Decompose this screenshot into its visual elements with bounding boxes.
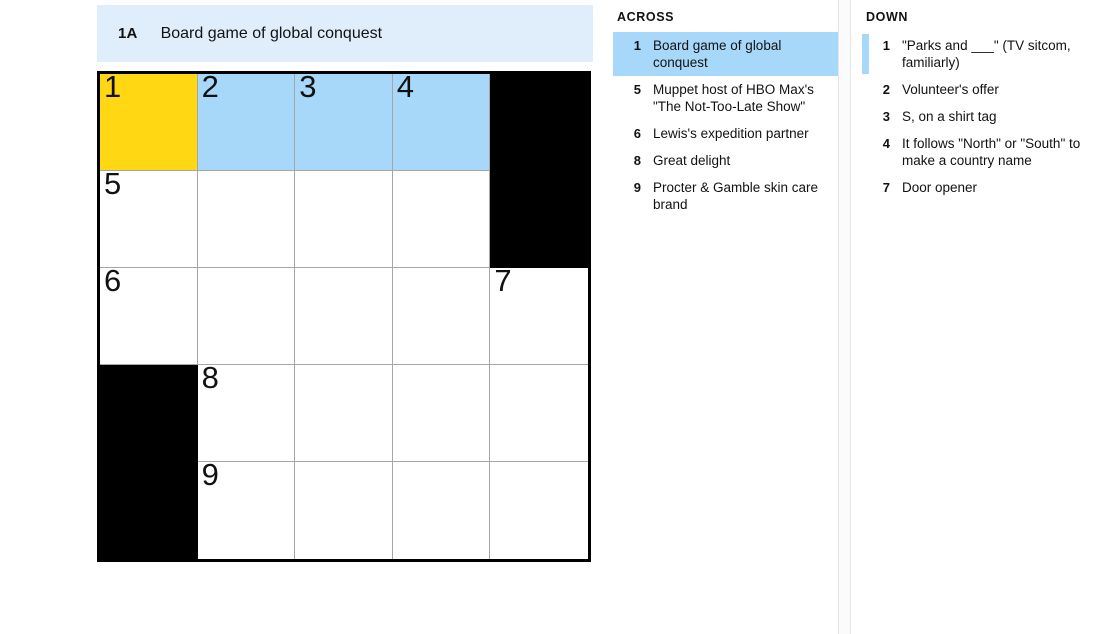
grid-cell[interactable] <box>490 462 588 559</box>
grid-cell[interactable] <box>392 365 491 462</box>
down-clue-number: 2 <box>882 82 890 97</box>
down-clue-panel: DOWN 1 "Parks and ___" (TV sitcom, famili… <box>862 0 1093 634</box>
across-clue-list[interactable]: 1 Board game of global conquest 5 Muppet ho… <box>613 32 839 218</box>
across-clue-text: Procter & Gamble skin care brand <box>653 180 819 212</box>
grid-cell-number: 5 <box>104 171 121 201</box>
down-clue-list[interactable]: 1 "Parks and ___" (TV sitcom, familiarly)… <box>862 32 1093 201</box>
grid-cell-number: 3 <box>299 74 316 104</box>
across-clue-number: 8 <box>633 153 641 168</box>
grid-cell[interactable]: 7 <box>490 268 588 365</box>
down-clue-text: S, on a shirt tag <box>902 109 997 124</box>
panel-divider-right <box>850 0 851 634</box>
across-clue-text: Lewis's expedition partner <box>653 126 809 141</box>
down-clue-item[interactable]: 4 It follows "North" or "South" to make a… <box>862 130 1093 174</box>
grid-cell[interactable]: 2 <box>197 74 296 171</box>
across-clue-item[interactable]: 9 Procter & Gamble skin care brand <box>613 174 839 218</box>
down-clue-item[interactable]: 1 "Parks and ___" (TV sitcom, familiarly) <box>862 32 1093 76</box>
across-clue-text: Board game of global conquest <box>653 38 782 70</box>
down-clue-number: 7 <box>882 180 890 195</box>
current-clue-number: 1A <box>118 25 138 42</box>
grid-cell[interactable]: 1 <box>100 74 198 171</box>
puzzle-pane: 1A Board game of global conquest 1 2 3 4 5 6 7… <box>97 0 593 634</box>
down-clue-number: 4 <box>882 136 890 151</box>
grid-cell-number: 6 <box>104 268 121 298</box>
grid-cell[interactable] <box>490 365 588 462</box>
grid-cell[interactable]: 3 <box>295 74 393 171</box>
across-clue-text: Muppet host of HBO Max's "The Not-Too-La… <box>653 82 814 114</box>
down-clue-text: Volunteer's offer <box>902 82 999 97</box>
across-clue-number: 5 <box>633 82 641 97</box>
grid-cell[interactable] <box>295 268 393 365</box>
grid-cell[interactable]: 5 <box>100 171 198 268</box>
down-clue-text: It follows "North" or "South" to make a … <box>902 136 1081 168</box>
across-clue-number: 9 <box>633 180 641 195</box>
down-clue-text: Door opener <box>902 180 978 195</box>
grid-cell[interactable] <box>295 365 393 462</box>
grid-cell[interactable]: 6 <box>100 268 198 365</box>
across-clue-item[interactable]: 8 Great delight <box>613 147 839 174</box>
across-clue-item[interactable]: 5 Muppet host of HBO Max's "The Not-Too-L… <box>613 76 839 120</box>
grid-cell[interactable] <box>295 171 393 268</box>
grid-cell-number: 2 <box>201 74 219 104</box>
grid-cell-number: 8 <box>201 365 219 395</box>
grid-block-cell <box>100 462 198 559</box>
grid-cell-number: 9 <box>201 462 219 492</box>
grid-cell-number: 1 <box>104 74 121 104</box>
grid-cells: 1 2 3 4 5 6 7 8 9 <box>100 74 588 559</box>
down-heading: DOWN <box>866 10 908 24</box>
grid-cell-number: 7 <box>494 268 512 298</box>
grid-cell[interactable] <box>197 171 296 268</box>
across-clue-number: 6 <box>633 126 641 141</box>
grid-block-cell <box>490 74 588 171</box>
grid-block-cell <box>490 171 588 268</box>
grid-cell[interactable] <box>392 171 491 268</box>
current-clue-banner[interactable]: 1A Board game of global conquest <box>97 5 593 62</box>
crossword-app: 1A Board game of global conquest 1 2 3 4 5 6 7… <box>0 0 1093 634</box>
current-clue-text: Board game of global conquest <box>160 24 383 42</box>
grid-cell[interactable]: 4 <box>392 74 491 171</box>
clue-scroll-gutter[interactable] <box>839 0 850 634</box>
crossword-grid[interactable]: 1 2 3 4 5 6 7 8 9 <box>97 71 591 562</box>
across-clue-number: 1 <box>633 38 641 53</box>
down-clue-item[interactable]: 2 Volunteer's offer <box>862 76 1093 103</box>
down-clue-item[interactable]: 3 S, on a shirt tag <box>862 103 1093 130</box>
grid-cell[interactable]: 8 <box>197 365 296 462</box>
across-clue-panel: ACROSS 1 Board game of global conquest 5 Mu… <box>613 0 839 634</box>
down-clue-number: 3 <box>882 109 890 124</box>
grid-cell[interactable] <box>295 462 393 559</box>
across-clue-item[interactable]: 1 Board game of global conquest <box>613 32 839 76</box>
grid-cell-number: 4 <box>396 74 414 104</box>
down-clue-item[interactable]: 7 Door opener <box>862 174 1093 201</box>
grid-cell[interactable] <box>392 462 491 559</box>
grid-cell[interactable] <box>392 268 491 365</box>
across-clue-text: Great delight <box>653 153 731 168</box>
grid-cell[interactable] <box>197 268 296 365</box>
down-clue-text: "Parks and ___" (TV sitcom, familiarly) <box>902 38 1071 70</box>
across-heading: ACROSS <box>617 10 675 24</box>
panel-divider-left <box>838 0 839 634</box>
grid-cell[interactable]: 9 <box>197 462 296 559</box>
across-clue-item[interactable]: 6 Lewis's expedition partner <box>613 120 839 147</box>
grid-block-cell <box>100 365 198 462</box>
down-clue-number: 1 <box>882 38 890 53</box>
